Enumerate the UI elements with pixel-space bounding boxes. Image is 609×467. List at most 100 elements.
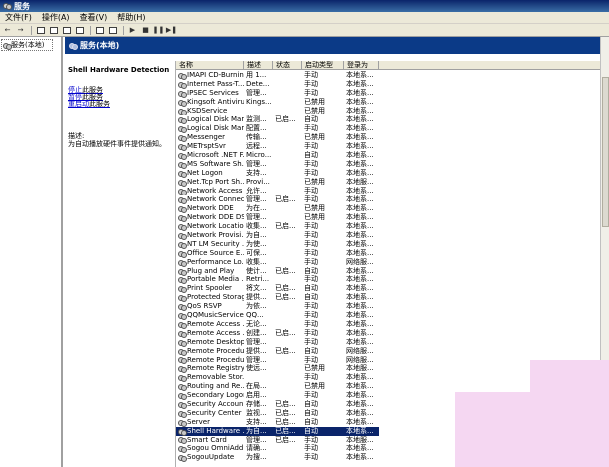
- service-name-cell[interactable]: Server: [176, 418, 244, 427]
- service-name-cell[interactable]: IMAPI CD-Burnin...: [176, 71, 244, 80]
- service-name-cell[interactable]: Secondary Logon: [176, 391, 244, 400]
- table-row[interactable]: Office Source E... 可保... 手动 本地系...: [176, 249, 609, 258]
- menu-view[interactable]: 查看(V): [75, 12, 113, 23]
- column-header-status[interactable]: 状态: [273, 61, 302, 69]
- menu-help[interactable]: 帮助(H): [112, 12, 150, 23]
- service-name-cell[interactable]: Network DDE: [176, 204, 244, 214]
- service-name-cell[interactable]: IPSEC Services: [176, 89, 244, 98]
- service-name-cell[interactable]: Portable Media ...: [176, 275, 244, 285]
- table-row[interactable]: Logical Disk Man...监测... 已启... 自动 本地系...: [176, 115, 609, 125]
- table-row[interactable]: Remote Access ... 创建... 已启... 手动 本地系...: [176, 329, 609, 338]
- table-row[interactable]: Logical Disk Man...配置... 手动 本地系...: [176, 124, 609, 134]
- properties-icon[interactable]: [48, 25, 59, 35]
- table-row[interactable]: Network Connec...管理... 已启... 手动 本地系...: [176, 195, 609, 205]
- restart-service-icon[interactable]: ▶❚: [166, 25, 177, 35]
- table-row[interactable]: Net Logon 支持... 手动 本地系...: [176, 169, 609, 178]
- service-name-cell[interactable]: Performance Lo...: [176, 258, 244, 267]
- service-name-cell[interactable]: Security Center: [176, 409, 244, 418]
- service-name-cell[interactable]: KSDService: [176, 107, 244, 116]
- service-name-cell[interactable]: Kingsoft Antiviru...: [176, 98, 244, 107]
- pause-service-icon[interactable]: ❚❚: [153, 25, 165, 35]
- table-row[interactable]: Internet Pass-T... Dete... 手动 本地系...: [176, 80, 609, 89]
- service-name-cell[interactable]: Remote Access ...: [176, 329, 244, 338]
- service-name-cell[interactable]: Protected Storage: [176, 293, 244, 303]
- table-row[interactable]: Remote Desktop...管理... 手动 本地系...: [176, 338, 609, 347]
- show-hide-icon[interactable]: [107, 25, 118, 35]
- service-name-cell[interactable]: NT LM Security ...: [176, 240, 244, 249]
- service-name-cell[interactable]: Routing and Re...: [176, 382, 244, 392]
- service-name-cell[interactable]: Net.Tcp Port Sh...: [176, 178, 244, 187]
- service-name-cell[interactable]: Logical Disk Man...: [176, 115, 244, 125]
- table-row[interactable]: Portable Media ... Retri... 手动 本地系...: [176, 275, 609, 285]
- service-name-cell[interactable]: QQMusicService: [176, 311, 244, 320]
- refresh-icon[interactable]: [61, 25, 72, 35]
- column-header-name[interactable]: 名称: [176, 61, 244, 69]
- table-row[interactable]: IMAPI CD-Burnin...用 1... 手动 本地系...: [176, 71, 609, 80]
- console-tree-icon[interactable]: [35, 25, 46, 35]
- service-name-cell[interactable]: Remote Procedu...: [176, 347, 244, 356]
- service-name-cell[interactable]: Office Source E...: [176, 249, 244, 258]
- scrollbar-thumb[interactable]: [602, 77, 609, 227]
- service-name-cell[interactable]: Logical Disk Man...: [176, 124, 244, 134]
- table-row[interactable]: NT LM Security ... 为使... 手动 本地系...: [176, 240, 609, 249]
- service-name-cell[interactable]: Network Locatio...: [176, 222, 244, 232]
- table-row[interactable]: QQMusicService QQ... 手动 本地系...: [176, 311, 609, 320]
- service-name-cell[interactable]: QoS RSVP: [176, 302, 244, 312]
- back-arrow-icon[interactable]: ←: [2, 25, 13, 35]
- service-name-cell[interactable]: Removable Stor...: [176, 373, 244, 383]
- table-row[interactable]: QoS RSVP 为依... 手动 本地系...: [176, 302, 609, 312]
- service-name-cell[interactable]: Security Accoun...: [176, 400, 244, 409]
- service-name-cell[interactable]: Internet Pass-T...: [176, 80, 244, 89]
- column-header-description[interactable]: 描述: [244, 61, 273, 69]
- service-name-cell[interactable]: MS Software Sh...: [176, 160, 244, 169]
- service-name-cell[interactable]: Net Logon: [176, 169, 244, 178]
- table-row[interactable]: Kingsoft Antiviru...Kings... 已禁用 本地系...: [176, 98, 609, 107]
- table-row[interactable]: Remote Access ... 无论... 手动 本地系...: [176, 320, 609, 329]
- table-row[interactable]: Network Locatio... 收集... 已启... 手动 本地系...: [176, 222, 609, 232]
- table-row[interactable]: IPSEC Services 管理... 手动 本地系...: [176, 89, 609, 98]
- service-name-cell[interactable]: Remote Registry: [176, 364, 244, 374]
- menu-file[interactable]: 文件(F): [0, 12, 37, 23]
- table-row[interactable]: MS Software Sh... 管理... 手动 本地系...: [176, 160, 609, 169]
- start-service-icon[interactable]: ▶: [127, 25, 138, 35]
- service-name-cell[interactable]: Remote Desktop...: [176, 338, 244, 347]
- tree-node-services-local[interactable]: 服务(本地): [1, 39, 53, 51]
- table-row[interactable]: Messenger 传输... 已禁用 本地系...: [176, 133, 609, 143]
- export-list-icon[interactable]: [74, 25, 85, 35]
- service-name-cell[interactable]: Shell Hardware ...: [176, 426, 244, 436]
- restart-service-link[interactable]: 重启动此服务: [68, 101, 170, 108]
- link-text[interactable]: 重启动: [68, 100, 89, 108]
- service-name-cell[interactable]: Sogou OmniAdd...: [176, 444, 244, 454]
- table-row[interactable]: Performance Lo... 收集... 手动 网络服...: [176, 258, 609, 267]
- table-row[interactable]: Network DDE 为在... 已禁用 本地系...: [176, 204, 609, 214]
- help-icon[interactable]: [94, 25, 105, 35]
- service-name-cell[interactable]: Remote Procedu...: [176, 356, 244, 365]
- service-name-cell[interactable]: METrsptSvr: [176, 142, 244, 152]
- column-header-log-on-as[interactable]: 登录为: [344, 61, 379, 69]
- service-name-cell[interactable]: Smart Card: [176, 436, 244, 445]
- table-row[interactable]: Remote Procedu...提供... 已启... 自动 网络服...: [176, 347, 609, 356]
- table-row[interactable]: Microsoft .NET F... Micro... 自动 本地系...: [176, 151, 609, 160]
- column-header-startup-type[interactable]: 启动类型: [302, 61, 344, 69]
- service-name-cell[interactable]: Network Access ...: [176, 187, 244, 196]
- table-row[interactable]: Network Provisi... 为自... 手动 本地系...: [176, 231, 609, 240]
- table-row[interactable]: Protected Storage 提供... 已启... 自动 本地系...: [176, 293, 609, 303]
- table-row[interactable]: METrsptSvr 远程... 手动 本地系...: [176, 142, 609, 152]
- service-name-cell[interactable]: Remote Access ...: [176, 320, 244, 329]
- menu-action[interactable]: 操作(A): [37, 12, 75, 23]
- table-row[interactable]: Net.Tcp Port Sh... Provi... 已禁用 本地服...: [176, 178, 609, 187]
- service-name-cell[interactable]: SogouUpdate: [176, 453, 244, 463]
- table-row[interactable]: Network Access ...允许... 手动 本地系...: [176, 187, 609, 196]
- table-row[interactable]: Plug and Play 使计... 已启... 自动 本地系...: [176, 267, 609, 276]
- table-row[interactable]: KSDService 已禁用 本地系...: [176, 107, 609, 116]
- forward-arrow-icon[interactable]: →: [15, 25, 26, 35]
- service-name-cell[interactable]: Messenger: [176, 133, 244, 143]
- service-name-cell[interactable]: Plug and Play: [176, 267, 244, 276]
- table-row[interactable]: Print Spooler 将文... 已启... 自动 本地系...: [176, 284, 609, 294]
- service-name-cell[interactable]: Network Provisi...: [176, 231, 244, 240]
- service-name-cell[interactable]: Microsoft .NET F...: [176, 151, 244, 160]
- table-row[interactable]: Network DDE DS...管理... 已禁用 本地系...: [176, 213, 609, 223]
- stop-service-icon[interactable]: ■: [140, 25, 151, 35]
- service-name-cell[interactable]: Print Spooler: [176, 284, 244, 294]
- service-name-cell[interactable]: Network DDE DS...: [176, 213, 244, 223]
